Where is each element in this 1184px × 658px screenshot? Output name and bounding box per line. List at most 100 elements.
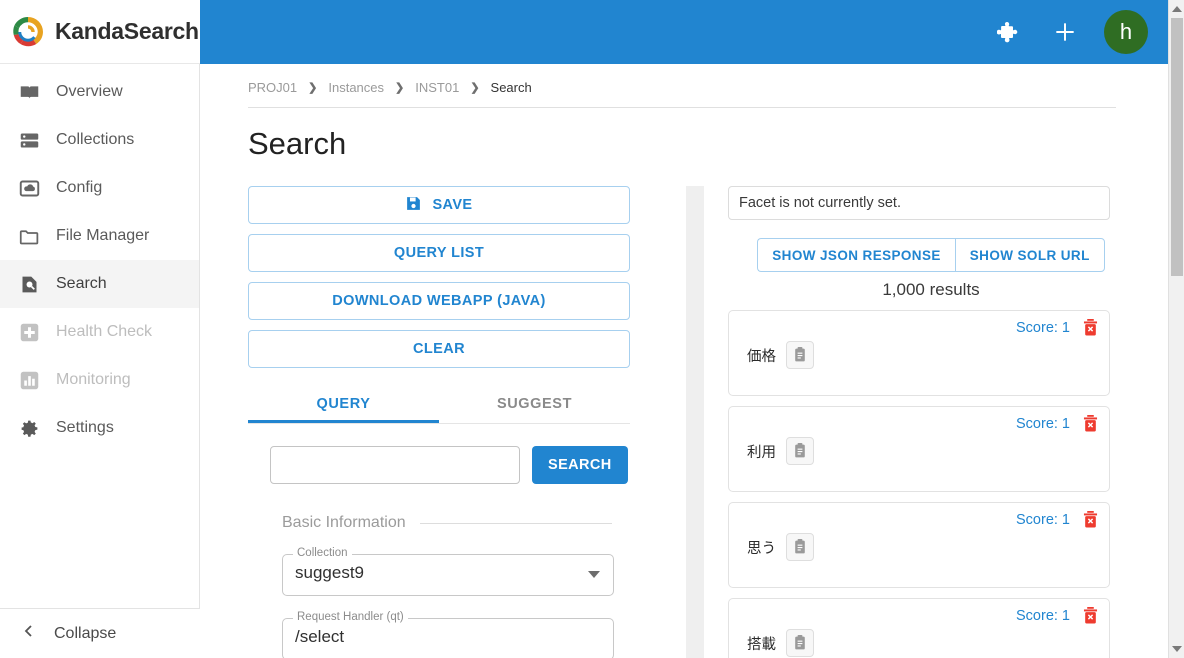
show-json-response-button[interactable]: SHOW JSON RESPONSE bbox=[757, 238, 955, 272]
page-scrollbar[interactable] bbox=[1168, 0, 1184, 658]
facet-status-text: Facet is not currently set. bbox=[739, 195, 901, 211]
brand-logo-area[interactable]: KandaSearch bbox=[0, 0, 200, 64]
trash-delete-icon[interactable] bbox=[1082, 415, 1099, 433]
response-buttons-group: SHOW JSON RESPONSE SHOW SOLR URL bbox=[728, 238, 1134, 272]
sidebar-item-label: Health Check bbox=[56, 323, 153, 340]
sidebar-item-config[interactable]: Config bbox=[0, 164, 199, 212]
page-scrollbar-thumb[interactable] bbox=[1171, 18, 1183, 276]
sidebar-item-label: Settings bbox=[56, 419, 114, 436]
sidebar-item-overview[interactable]: Overview bbox=[0, 68, 199, 116]
chevron-left-icon bbox=[22, 623, 36, 644]
search-row: SEARCH bbox=[248, 446, 656, 484]
chevron-down-icon[interactable] bbox=[588, 571, 600, 578]
result-score: Score: 1 bbox=[1016, 512, 1070, 528]
basic-information-section-header: Basic Information bbox=[282, 514, 612, 532]
cloud-box-icon bbox=[18, 177, 40, 199]
result-meta: Score: 1 bbox=[1016, 511, 1099, 529]
clear-button-label: CLEAR bbox=[413, 341, 465, 357]
kandasearch-swirl-logo-icon bbox=[10, 14, 46, 50]
pane-divider bbox=[686, 186, 704, 658]
panes: SAVE QUERY LIST DOWNLOAD WEBAPP (JAVA) C… bbox=[248, 186, 1168, 658]
avatar[interactable]: h bbox=[1104, 10, 1148, 54]
clipboard-icon[interactable] bbox=[786, 533, 814, 561]
main-content: PROJ01 ❯ Instances ❯ INST01 ❯ Search Sea… bbox=[200, 64, 1168, 658]
section-title: Basic Information bbox=[282, 514, 406, 531]
clipboard-icon[interactable] bbox=[786, 341, 814, 369]
sidebar-item-monitoring: Monitoring bbox=[0, 356, 199, 404]
request-handler-label: Request Handler (qt) bbox=[293, 610, 408, 624]
breadcrumb-item-proj01[interactable]: PROJ01 bbox=[248, 80, 297, 95]
result-text: 搭載 bbox=[747, 636, 776, 653]
clipboard-icon[interactable] bbox=[786, 437, 814, 465]
results-panel: Facet is not currently set. SHOW JSON RE… bbox=[704, 186, 1134, 658]
book-icon bbox=[18, 81, 40, 103]
table-row: Score: 1 思う bbox=[728, 502, 1110, 588]
sidebar-item-label: Monitoring bbox=[56, 371, 131, 388]
tab-query[interactable]: QUERY bbox=[248, 384, 439, 423]
download-webapp-button[interactable]: DOWNLOAD WEBAPP (JAVA) bbox=[248, 282, 630, 320]
scroll-up-arrow-icon[interactable] bbox=[1172, 6, 1182, 12]
save-button-label: SAVE bbox=[432, 197, 473, 213]
breadcrumb-separator-icon: ❯ bbox=[308, 82, 318, 94]
search-button[interactable]: SEARCH bbox=[532, 446, 628, 484]
sidebar-collapse-label: Collapse bbox=[54, 624, 117, 642]
clear-button[interactable]: CLEAR bbox=[248, 330, 630, 368]
result-score: Score: 1 bbox=[1016, 416, 1070, 432]
result-text: 思う bbox=[747, 540, 776, 557]
download-webapp-button-label: DOWNLOAD WEBAPP (JAVA) bbox=[332, 293, 546, 309]
breadcrumb-separator-icon: ❯ bbox=[470, 82, 480, 94]
request-handler-field[interactable]: Request Handler (qt) /select bbox=[282, 610, 614, 658]
collection-select[interactable]: Collection suggest9 bbox=[282, 546, 614, 596]
collection-value: suggest9 bbox=[295, 563, 364, 582]
query-suggest-tabs: QUERY SUGGEST bbox=[248, 384, 630, 424]
breadcrumb: PROJ01 ❯ Instances ❯ INST01 ❯ Search bbox=[248, 64, 1116, 108]
sidebar-nav: Overview Collections Config File Manager… bbox=[0, 64, 199, 452]
sidebar-item-settings[interactable]: Settings bbox=[0, 404, 199, 452]
scroll-down-arrow-icon[interactable] bbox=[1172, 646, 1182, 652]
sidebar-item-health-check: Health Check bbox=[0, 308, 199, 356]
facet-status-box: Facet is not currently set. bbox=[728, 186, 1110, 220]
result-meta: Score: 1 bbox=[1016, 415, 1099, 433]
result-body: 搭載 bbox=[747, 629, 814, 657]
search-input[interactable] bbox=[270, 446, 520, 484]
result-text: 価格 bbox=[747, 348, 776, 365]
plus-icon[interactable] bbox=[1048, 15, 1082, 49]
breadcrumb-item-inst01[interactable]: INST01 bbox=[415, 80, 459, 95]
breadcrumb-separator-icon: ❯ bbox=[395, 82, 405, 94]
save-floppy-icon bbox=[405, 195, 422, 216]
document-search-icon bbox=[18, 273, 40, 295]
page-title: Search bbox=[248, 126, 347, 161]
sidebar-item-collections[interactable]: Collections bbox=[0, 116, 199, 164]
result-body: 利用 bbox=[747, 437, 814, 465]
top-bar-actions: h bbox=[992, 10, 1148, 54]
trash-delete-icon[interactable] bbox=[1082, 319, 1099, 337]
tab-suggest[interactable]: SUGGEST bbox=[439, 384, 630, 423]
query-list-button[interactable]: QUERY LIST bbox=[248, 234, 630, 272]
sidebar-collapse-button[interactable]: Collapse bbox=[0, 608, 200, 658]
application-root: KandaSearch h Overview Collections Confi… bbox=[0, 0, 1184, 658]
folder-icon bbox=[18, 225, 40, 247]
table-row: Score: 1 搭載 bbox=[728, 598, 1110, 658]
clipboard-icon[interactable] bbox=[786, 629, 814, 657]
trash-delete-icon[interactable] bbox=[1082, 511, 1099, 529]
table-row: Score: 1 価格 bbox=[728, 310, 1110, 396]
sidebar-item-file-manager[interactable]: File Manager bbox=[0, 212, 199, 260]
sidebar-item-search[interactable]: Search bbox=[0, 260, 199, 308]
breadcrumb-item-instances[interactable]: Instances bbox=[328, 80, 384, 95]
request-handler-value: /select bbox=[295, 627, 345, 646]
save-button[interactable]: SAVE bbox=[248, 186, 630, 224]
result-text: 利用 bbox=[747, 444, 776, 461]
breadcrumb-item-search[interactable]: Search bbox=[491, 80, 532, 95]
result-score: Score: 1 bbox=[1016, 608, 1070, 624]
bar-chart-icon bbox=[18, 369, 40, 391]
sidebar: Overview Collections Config File Manager… bbox=[0, 64, 200, 658]
sidebar-item-label: Config bbox=[56, 179, 103, 196]
database-icon bbox=[18, 129, 40, 151]
sidebar-item-label: Overview bbox=[56, 83, 123, 100]
result-score: Score: 1 bbox=[1016, 320, 1070, 336]
sidebar-item-label: Search bbox=[56, 275, 107, 292]
result-body: 価格 bbox=[747, 341, 814, 369]
show-solr-url-button[interactable]: SHOW SOLR URL bbox=[954, 238, 1105, 272]
trash-delete-icon[interactable] bbox=[1082, 607, 1099, 625]
puzzle-piece-icon[interactable] bbox=[992, 15, 1026, 49]
